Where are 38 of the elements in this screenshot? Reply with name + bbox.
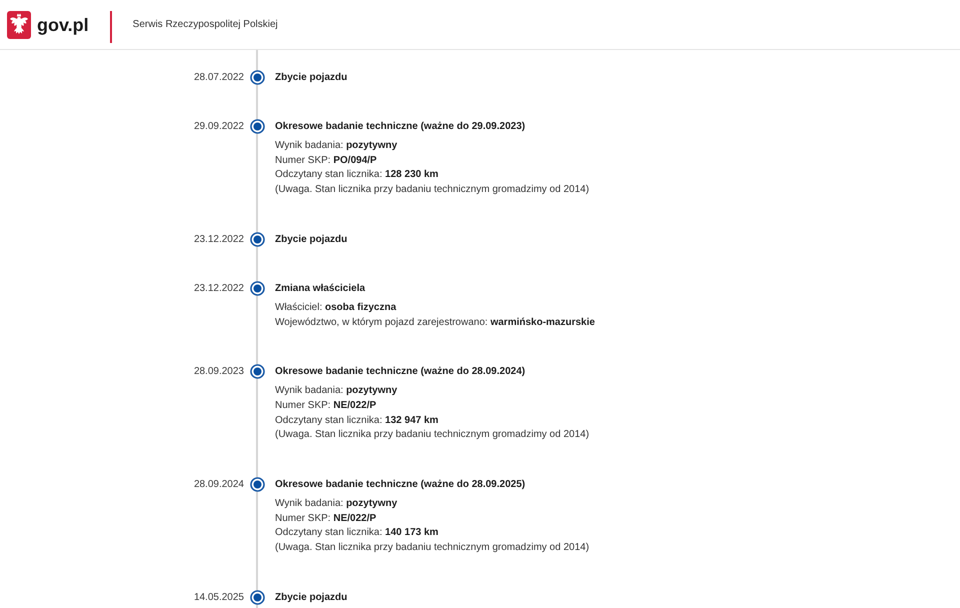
event-detail: (Uwaga. Stan licznika przy badaniu technicznym gromadzimy od 2014) — [275, 183, 590, 198]
timeline-dot-icon — [250, 232, 264, 247]
event-detail: (Uwaga. Stan licznika przy badaniu technicznym gromadzimy od 2014) — [275, 428, 590, 442]
event-date: 28.09.2023 — [194, 365, 244, 380]
event-date: 23.12.2022 — [194, 282, 244, 296]
event-title: Zbycie pojazdu — [275, 232, 348, 247]
timeline-dot-icon — [250, 590, 264, 605]
event-detail: Numer SKP: PO/094/P — [275, 154, 377, 168]
eagle-shield-icon — [7, 10, 31, 38]
logo-text: gov.pl — [37, 16, 89, 34]
event-date: 23.12.2022 — [194, 232, 244, 247]
event-title: Zbycie pojazdu — [275, 590, 348, 605]
event-detail: Odczytany stan licznika: 128 230 km — [275, 168, 438, 182]
event-detail: Wynik badania: pozytywny — [275, 384, 398, 398]
event-detail: (Uwaga. Stan licznika przy badaniu technicznym gromadzimy od 2014) — [275, 541, 590, 556]
event-date: 28.07.2022 — [194, 71, 244, 85]
event-title: Okresowe badanie techniczne (ważne do 28.09.2024) — [275, 365, 526, 380]
timeline-dot-icon — [250, 70, 264, 85]
event-title: Zmiana właściciela — [275, 282, 366, 296]
event-title: Okresowe badanie techniczne (ważne do 28.09.2025) — [275, 478, 526, 492]
event-detail: Wynik badania: pozytywny — [275, 497, 398, 512]
event-detail: Odczytany stan licznika: 132 947 km — [275, 414, 438, 428]
event-title: Zbycie pojazdu — [275, 71, 348, 85]
event-detail: Właściciel: osoba fizyczna — [275, 300, 396, 315]
event-detail: Wynik badania: pozytywny — [275, 139, 398, 153]
timeline-dot-icon — [250, 364, 264, 380]
service-title: Serwis Rzeczypospolitej Polskiej — [132, 19, 278, 30]
event-detail: Numer SKP: NE/022/P — [275, 398, 376, 413]
event-title: Okresowe badanie techniczne (ważne do 29.09.2023) — [275, 120, 526, 134]
timeline-dot-icon — [250, 280, 264, 296]
event-date: 29.09.2022 — [194, 120, 244, 134]
event-date: 14.05.2025 — [194, 590, 244, 605]
event-detail: Województwo, w którym pojazd zarejestrowano: warmińsko-mazurskie — [275, 316, 595, 330]
event-detail: Odczytany stan licznika: 140 173 km — [275, 526, 438, 540]
event-date: 28.09.2024 — [194, 478, 244, 492]
timeline-dot-icon — [250, 119, 264, 134]
event-detail: Numer SKP: NE/022/P — [275, 512, 376, 526]
timeline-dot-icon — [250, 477, 264, 492]
